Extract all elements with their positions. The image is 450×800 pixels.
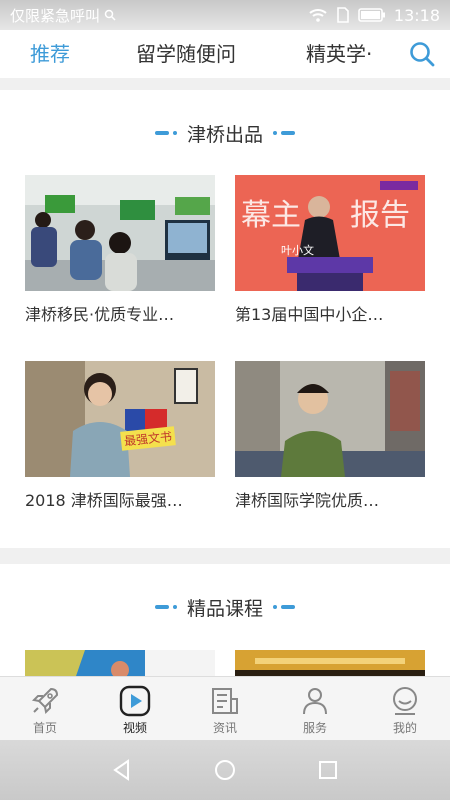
search-small-icon [104, 9, 116, 21]
video-thumbnail[interactable] [235, 361, 425, 477]
course-card[interactable] [25, 650, 215, 676]
home-icon[interactable] [213, 758, 237, 782]
title-decoration-left [154, 131, 177, 135]
wifi-icon [309, 9, 327, 22]
video-thumbnail[interactable]: 幕主 报告 叶小文 [235, 175, 425, 291]
battery-icon [358, 8, 385, 22]
video-card[interactable]: 幕主 报告 叶小文 第13届中国中小企… [235, 175, 425, 325]
video-card[interactable]: 津桥移民·优质专业… [25, 175, 215, 325]
video-card[interactable]: 津桥国际学院优质… [235, 361, 425, 511]
bottom-navigation: 首页 视频 资讯 服务 我的 [0, 676, 450, 740]
nav-label: 我的 [392, 721, 417, 735]
svg-text:报告: 报告 [350, 198, 410, 233]
nav-home[interactable]: 首页 [0, 677, 90, 740]
rocket-icon [31, 687, 59, 715]
office-scene-image [25, 175, 215, 291]
carrier-label: 仅限紧急呼叫 [10, 6, 101, 25]
nav-label: 资讯 [212, 721, 237, 735]
top-tab-bar: 推荐 留学随便问 精英学· [0, 30, 450, 78]
tab-recommend[interactable]: 推荐 [30, 38, 70, 67]
section-title: 津桥出品 [186, 123, 263, 146]
section-jinqiao-productions: 津桥出品 津桥移民·优质专业… 幕主 报告 叶小文 第13届中国中小企… 最强文… [0, 90, 450, 548]
section-title: 精品课程 [186, 597, 263, 620]
tab-study-abroad-qa[interactable]: 留学随便问 [136, 38, 236, 67]
speaker-scene-image: 幕主 报告 [235, 175, 425, 291]
recents-icon[interactable] [316, 758, 340, 782]
news-icon [212, 688, 238, 714]
title-decoration-left [154, 605, 177, 609]
video-caption[interactable]: 第13届中国中小企… [235, 301, 425, 325]
back-icon[interactable] [110, 758, 134, 782]
video-caption[interactable]: 津桥移民·优质专业… [25, 301, 215, 325]
nav-service[interactable]: 服务 [270, 677, 360, 740]
nav-video[interactable]: 视频 [90, 677, 180, 740]
title-decoration-right [273, 131, 295, 135]
clock: 13:18 [393, 5, 440, 25]
course-card[interactable] [235, 650, 425, 676]
svg-text:幕主: 幕主 [241, 198, 301, 233]
nav-news[interactable]: 资讯 [180, 677, 270, 740]
video-thumbnail[interactable]: 最强文书 [25, 361, 215, 477]
video-caption[interactable]: 津桥国际学院优质… [235, 487, 425, 511]
nav-label: 视频 [122, 721, 147, 735]
speaker-name-overlay: 叶小文 [281, 244, 314, 257]
nav-label: 服务 [302, 721, 327, 735]
person-icon [303, 688, 327, 715]
video-play-icon [119, 685, 151, 717]
course-map-image [25, 650, 215, 676]
carrier-info: 仅限紧急呼叫 [10, 5, 116, 26]
system-navigation-bar [0, 740, 450, 800]
course-stage-image [235, 650, 425, 676]
video-thumbnail[interactable] [25, 175, 215, 291]
tab-elite[interactable]: 精英学· [306, 38, 380, 67]
nav-mine[interactable]: 我的 [360, 677, 450, 740]
section-title-row: 精品课程 [0, 592, 450, 622]
smiley-icon [393, 687, 417, 715]
search-icon[interactable] [408, 40, 436, 68]
status-indicators: 13:18 [308, 6, 440, 25]
course-thumbnail[interactable] [235, 650, 425, 676]
section-premium-courses: 精品课程 [0, 564, 450, 676]
sim-icon [337, 7, 349, 23]
course-thumbnail[interactable] [25, 650, 215, 676]
student-interview-image [25, 361, 215, 477]
nav-label: 首页 [32, 721, 57, 735]
title-decoration-right [273, 605, 295, 609]
student-sofa-image [235, 361, 425, 477]
section-title-row: 津桥出品 [0, 118, 450, 148]
video-card[interactable]: 最强文书 2018 津桥国际最强… [25, 361, 215, 511]
content-feed[interactable]: 津桥出品 津桥移民·优质专业… 幕主 报告 叶小文 第13届中国中小企… 最强文… [0, 78, 450, 676]
video-caption[interactable]: 2018 津桥国际最强… [25, 487, 215, 511]
status-bar: 仅限紧急呼叫 13:18 [0, 0, 450, 30]
